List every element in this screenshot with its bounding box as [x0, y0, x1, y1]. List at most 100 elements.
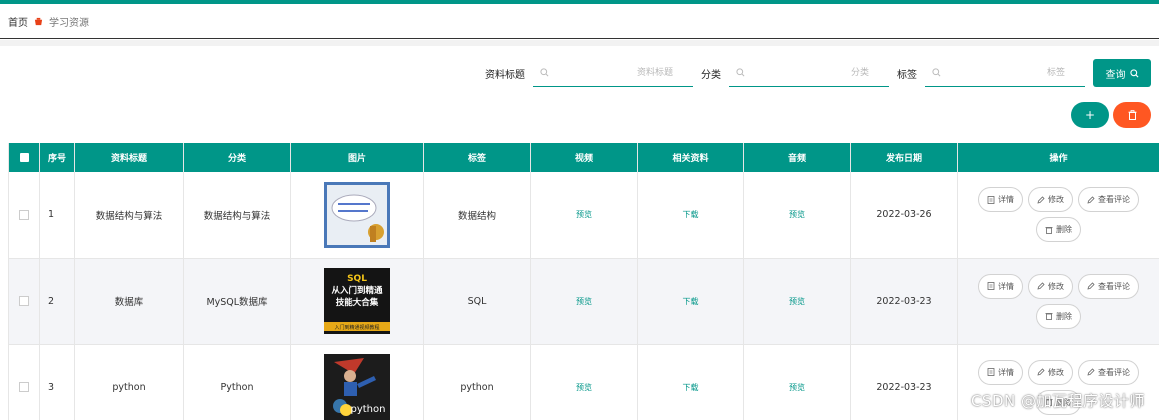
- search-label-tag: 标签: [897, 69, 917, 81]
- delete-label: 删除: [1056, 311, 1072, 321]
- detail-label: 详情: [998, 281, 1014, 291]
- row-checkbox[interactable]: [19, 209, 29, 220]
- search-bar: 资料标题 分类 标签 查询: [477, 59, 1151, 87]
- search-field-tag: [925, 59, 1085, 87]
- search-input-category[interactable]: [729, 59, 889, 86]
- delete-button[interactable]: 删除: [1036, 303, 1081, 329]
- pencil-icon: [1037, 282, 1045, 290]
- document-icon: [987, 368, 995, 376]
- breadcrumb-current: 学习资源: [49, 17, 89, 29]
- search-icon: [736, 67, 745, 76]
- row-seq: 3: [39, 344, 75, 420]
- resource-table: 序号 资料标题 分类 图片 标签 视频 相关资料 音频 发布日期 操作 1 数据…: [8, 143, 1159, 420]
- watermark: CSDN @加瓦程序设计师: [970, 392, 1145, 410]
- search-label-title: 资料标题: [485, 69, 525, 81]
- row-material-cell: 下载: [637, 258, 744, 345]
- material-download-link[interactable]: 下载: [683, 383, 699, 392]
- select-all-checkbox[interactable]: [19, 152, 29, 162]
- view-comments-button[interactable]: 查看评论: [1078, 359, 1139, 385]
- add-button[interactable]: +: [1071, 102, 1109, 128]
- python-cover-word: python: [351, 404, 386, 415]
- edit-label: 修改: [1048, 195, 1064, 205]
- audio-preview-link[interactable]: 预览: [789, 297, 805, 306]
- search-icon: [1129, 68, 1138, 77]
- data-structure-cover-image[interactable]: [324, 181, 390, 248]
- breadcrumb-separator-icon: [34, 17, 43, 25]
- sql-cover-image[interactable]: SQL 从入门到精通 技能大合集 入门到精通视频教程: [324, 268, 390, 334]
- row-material-cell: 下载: [637, 172, 744, 259]
- trash-icon: [1045, 226, 1053, 234]
- trash-icon: [1045, 313, 1053, 320]
- row-image-cell: SQL 从入门到精通 技能大合集 入门到精通视频教程: [290, 258, 424, 345]
- material-download-link[interactable]: 下载: [683, 210, 699, 219]
- search-icon: [540, 67, 549, 76]
- query-button[interactable]: 查询: [1093, 59, 1151, 87]
- document-icon: [987, 195, 995, 204]
- comments-label: 查看评论: [1098, 195, 1130, 205]
- table-row: 2 数据库 MySQL数据库 SQL 从入门到精通 技能大合集 入门到精通视频教…: [8, 258, 1159, 345]
- row-date: 2022-03-26: [850, 172, 958, 259]
- row-ops-cell: 详情 修改 查看评论 删除: [957, 258, 1159, 345]
- document-icon: [987, 282, 995, 290]
- detail-button[interactable]: 详情: [978, 187, 1023, 213]
- detail-button[interactable]: 详情: [978, 273, 1023, 299]
- pencil-icon: [1087, 368, 1095, 376]
- breadcrumb-home[interactable]: 首页: [8, 14, 28, 29]
- row-title: 数据结构与算法: [74, 172, 184, 259]
- batch-delete-button[interactable]: [1113, 102, 1151, 128]
- row-title: 数据库: [74, 258, 184, 345]
- detail-label: 详情: [998, 367, 1014, 377]
- video-preview-link[interactable]: 预览: [576, 383, 592, 392]
- row-video-cell: 预览: [530, 258, 638, 345]
- header-tag: 标签: [423, 143, 531, 172]
- delete-button[interactable]: 删除: [1036, 217, 1081, 243]
- material-download-link[interactable]: 下载: [683, 297, 699, 306]
- search-input-title[interactable]: [533, 59, 693, 86]
- row-seq: 1: [39, 172, 75, 259]
- view-comments-button[interactable]: 查看评论: [1078, 187, 1139, 213]
- search-field-title: [533, 59, 693, 87]
- audio-preview-link[interactable]: 预览: [789, 210, 805, 219]
- header-ops: 操作: [957, 143, 1159, 172]
- header-title: 资料标题: [74, 143, 184, 172]
- video-preview-link[interactable]: 预览: [576, 210, 592, 219]
- pencil-icon: [1087, 282, 1095, 290]
- query-button-label: 查询: [1105, 69, 1126, 81]
- python-cover-image[interactable]: python: [324, 354, 390, 420]
- header-select-all[interactable]: [8, 143, 40, 172]
- row-category: 数据结构与算法: [183, 172, 291, 259]
- row-checkbox-cell: [8, 344, 40, 420]
- edit-button[interactable]: 修改: [1028, 359, 1073, 385]
- row-date: 2022-03-23: [850, 258, 958, 345]
- breadcrumb: 首页 学习资源: [0, 4, 1159, 39]
- row-checkbox[interactable]: [19, 296, 29, 306]
- edit-label: 修改: [1048, 281, 1064, 291]
- view-comments-button[interactable]: 查看评论: [1078, 273, 1139, 299]
- edit-button[interactable]: 修改: [1028, 273, 1073, 299]
- sql-cover-banner: 入门到精通视频教程: [334, 324, 379, 331]
- edit-label: 修改: [1048, 367, 1064, 377]
- row-audio-cell: 预览: [743, 344, 851, 420]
- search-input-tag[interactable]: [925, 59, 1085, 86]
- sql-cover-title: SQL: [347, 274, 367, 284]
- sql-cover-line3: 技能大合集: [336, 297, 379, 308]
- table-row: 1 数据结构与算法 数据结构与算法 数据结构 预览 下载 预览 2022-03-…: [8, 172, 1159, 259]
- header-image: 图片: [290, 143, 424, 172]
- pencil-icon: [1037, 368, 1045, 376]
- header-category: 分类: [183, 143, 291, 172]
- detail-label: 详情: [998, 195, 1014, 205]
- row-checkbox[interactable]: [19, 382, 29, 392]
- video-preview-link[interactable]: 预览: [576, 297, 592, 306]
- row-category: MySQL数据库: [183, 258, 291, 345]
- detail-button[interactable]: 详情: [978, 359, 1023, 385]
- row-ops-cell: 详情 修改 查看评论 删除: [957, 172, 1159, 259]
- trash-icon: [1128, 110, 1136, 120]
- row-checkbox-cell: [8, 258, 40, 345]
- comments-label: 查看评论: [1098, 367, 1130, 377]
- search-icon: [932, 67, 941, 76]
- row-video-cell: 预览: [530, 344, 638, 420]
- add-button-label: +: [1084, 108, 1096, 122]
- edit-button[interactable]: 修改: [1028, 187, 1073, 213]
- header-material: 相关资料: [637, 143, 744, 172]
- audio-preview-link[interactable]: 预览: [789, 383, 805, 392]
